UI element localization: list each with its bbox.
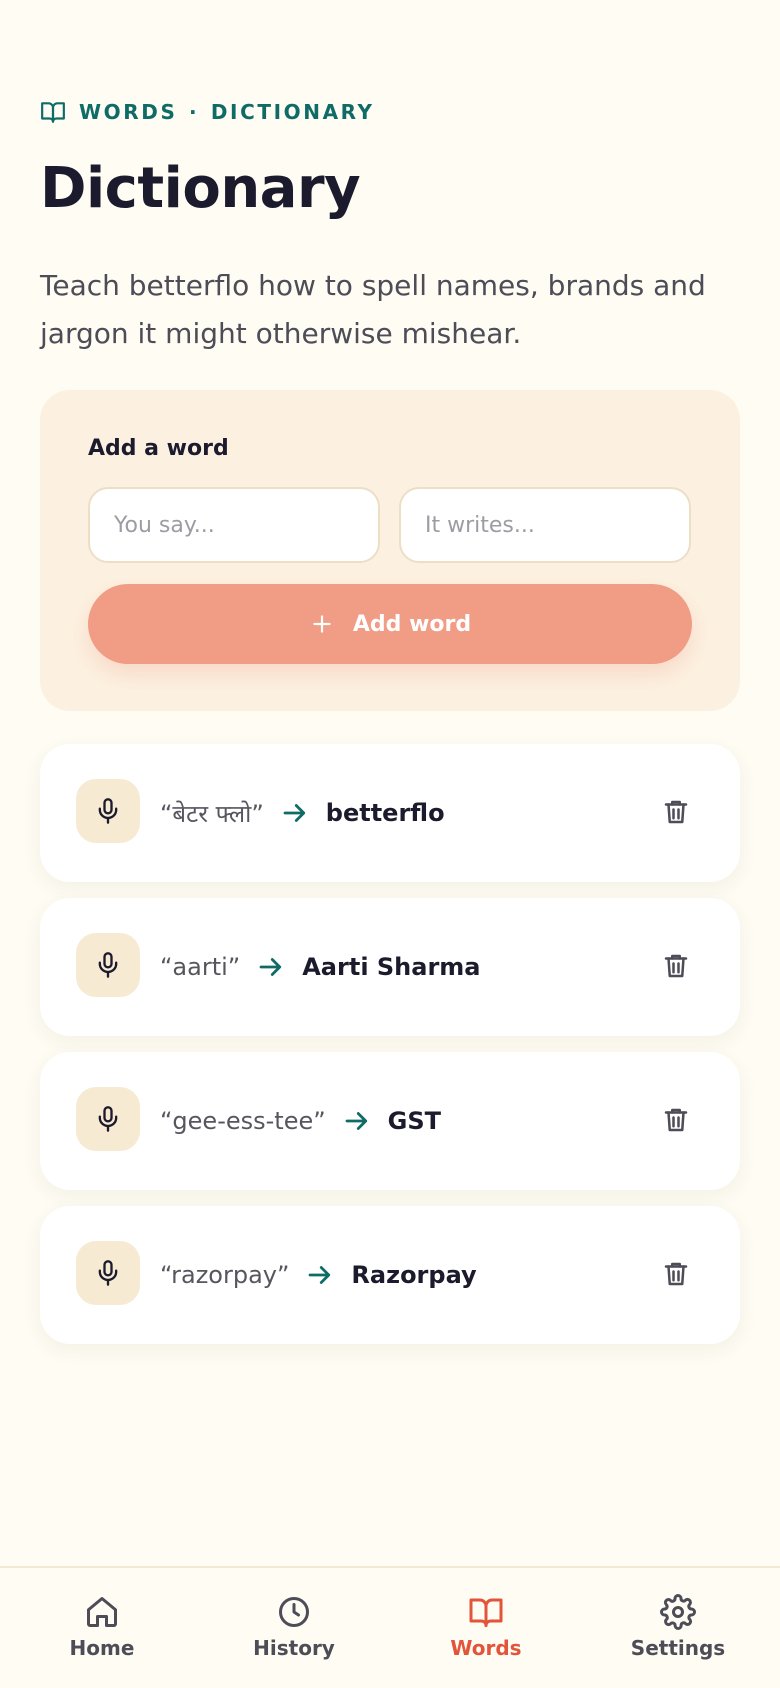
trash-icon	[664, 954, 688, 978]
list-item: “razorpay” Razorpay	[40, 1206, 740, 1344]
microphone-icon	[98, 1106, 118, 1132]
gear-icon	[660, 1594, 696, 1630]
trash-icon	[664, 1262, 688, 1286]
word-mapping: “aarti” Aarti Sharma	[160, 898, 481, 1036]
written-form: Razorpay	[351, 1261, 477, 1289]
delete-word-button[interactable]	[652, 1250, 700, 1298]
microphone-icon	[98, 952, 118, 978]
home-icon	[87, 1597, 117, 1627]
book-open-icon	[469, 1598, 503, 1627]
list-item: “बेटर फ्लो” betterflo	[40, 744, 740, 882]
word-list: “बेटर फ्लो” betterflo “aarti” Aarti Shar…	[40, 744, 740, 1360]
nav-words-label: Words	[450, 1636, 522, 1660]
word-mapping: “razorpay” Razorpay	[160, 1206, 477, 1344]
add-word-button[interactable]: Add word	[88, 584, 692, 664]
book-open-icon	[41, 102, 65, 123]
arrow-right-icon	[259, 958, 282, 976]
eyebrow-separator: ·	[189, 100, 200, 124]
add-word-label: Add a word	[88, 436, 229, 461]
microphone-icon	[98, 1260, 118, 1286]
nav-home[interactable]: Home	[32, 1594, 172, 1670]
clock-icon	[279, 1597, 309, 1627]
trash-icon	[664, 800, 688, 824]
eyebrow-section: WORDS	[79, 100, 178, 124]
spoken-form: “razorpay”	[160, 1261, 290, 1289]
add-word-card: Add a word Add word	[40, 390, 740, 711]
nav-settings-label: Settings	[630, 1636, 726, 1660]
spoken-form: “gee-ess-tee”	[160, 1107, 326, 1135]
spoken-form: “aarti”	[160, 953, 241, 981]
written-form: Aarti Sharma	[302, 953, 481, 981]
nav-history-label: History	[253, 1636, 335, 1660]
mic-badge	[76, 1241, 140, 1305]
nav-history[interactable]: History	[224, 1594, 364, 1670]
word-mapping: “gee-ess-tee” GST	[160, 1052, 441, 1190]
page-subtitle: Teach betterflo how to spell names, bran…	[40, 269, 706, 350]
mic-badge	[76, 933, 140, 997]
bottom-nav: Home History Words Settings	[0, 1566, 780, 1688]
nav-words[interactable]: Words	[416, 1594, 556, 1670]
delete-word-button[interactable]	[652, 942, 700, 990]
delete-word-button[interactable]	[652, 1096, 700, 1144]
list-item: “aarti” Aarti Sharma	[40, 898, 740, 1036]
delete-word-button[interactable]	[652, 788, 700, 836]
list-item: “gee-ess-tee” GST	[40, 1052, 740, 1190]
arrow-right-icon	[283, 804, 305, 822]
add-word-button-label: Add word	[352, 611, 472, 637]
spoken-form: “बेटर फ्लो”	[160, 799, 264, 828]
word-mapping: “बेटर फ्लो” betterflo	[160, 744, 445, 882]
arrow-right-icon	[345, 1112, 367, 1130]
page-title: Dictionary	[40, 156, 361, 221]
eyebrow: WORDS · DICTIONARY	[40, 99, 375, 125]
eyebrow-page: DICTIONARY	[210, 100, 375, 124]
arrow-right-icon	[309, 1266, 331, 1284]
written-form: betterflo	[325, 799, 445, 827]
mic-badge	[76, 1087, 140, 1151]
plus-icon	[313, 615, 331, 633]
mic-badge	[76, 779, 140, 843]
nav-home-label: Home	[69, 1636, 135, 1660]
microphone-icon	[98, 798, 118, 824]
nav-settings[interactable]: Settings	[608, 1594, 748, 1670]
dictionary-screen: WORDS · DICTIONARY Dictionary Teach bett…	[0, 0, 780, 1688]
you-say-input[interactable]	[88, 487, 380, 563]
trash-icon	[664, 1108, 688, 1132]
it-writes-input[interactable]	[399, 487, 691, 563]
written-form: GST	[387, 1107, 442, 1135]
